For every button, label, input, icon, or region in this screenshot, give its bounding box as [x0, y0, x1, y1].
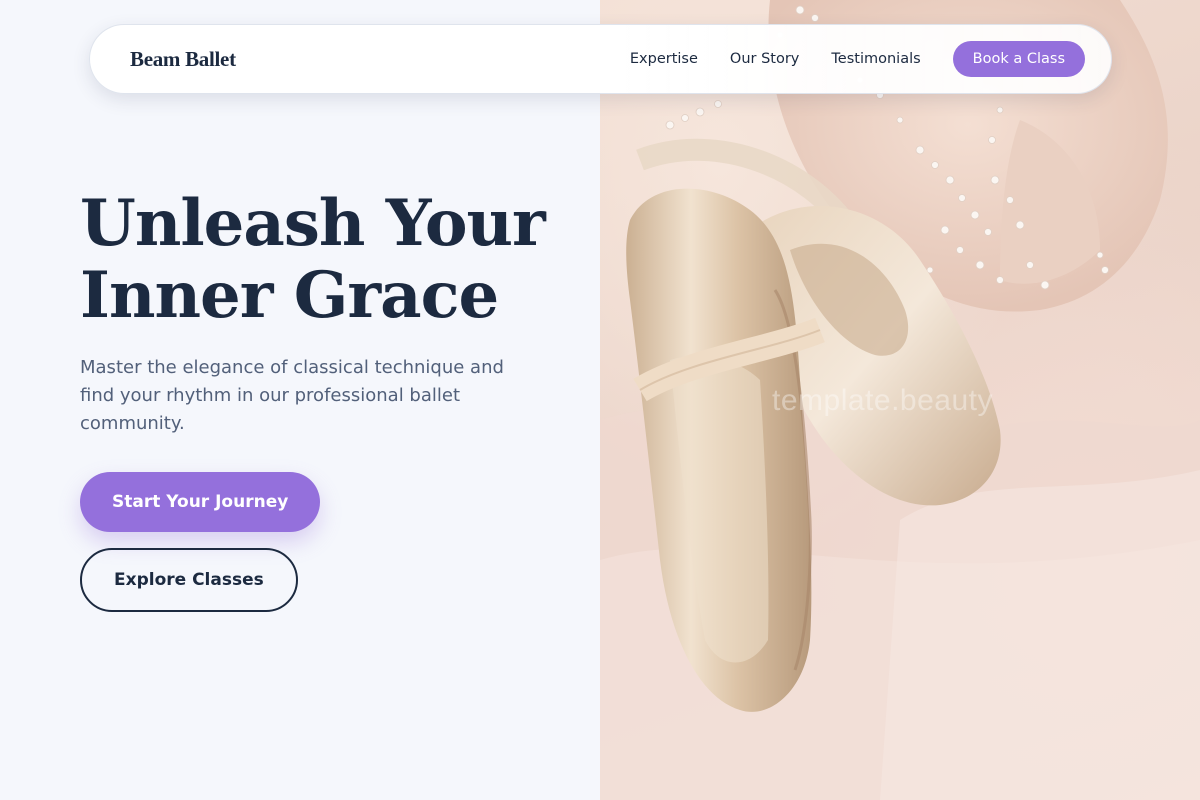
top-navbar: Beam Ballet Expertise Our Story Testimon… [89, 24, 1112, 94]
hero-image-pointe-shoes: template.beauty [600, 0, 1200, 800]
hero-subtitle: Master the elegance of classical techniq… [80, 357, 504, 434]
hero-title: Unleash Your Inner Grace [80, 188, 560, 332]
pointe-shoes-illustration [600, 0, 1200, 800]
hero-title-line-1: Unleash Your [80, 186, 546, 261]
nav-link-expertise[interactable]: Expertise [630, 51, 698, 67]
hero-title-line-2: Inner Grace [80, 258, 499, 333]
brand-logo[interactable]: Beam Ballet [130, 47, 236, 72]
hero-section: Unleash Your Inner Grace Master the eleg… [80, 188, 560, 612]
nav-link-testimonials[interactable]: Testimonials [831, 51, 920, 67]
nav-links: Expertise Our Story Testimonials Book a … [630, 41, 1085, 77]
nav-link-our-story[interactable]: Our Story [730, 51, 799, 67]
book-a-class-button[interactable]: Book a Class [952, 41, 1085, 77]
explore-classes-button[interactable]: Explore Classes [80, 548, 298, 612]
start-your-journey-button[interactable]: Start Your Journey [80, 472, 321, 532]
